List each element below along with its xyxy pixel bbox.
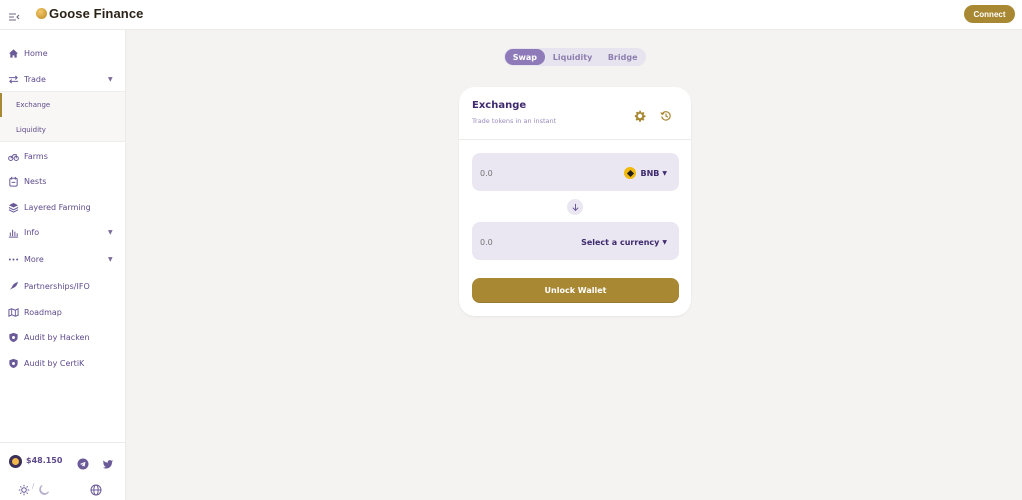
sidebar-item-label: Partnerships/IFO xyxy=(24,281,90,291)
trade-submenu: Exchange Liquidity xyxy=(0,91,125,142)
sidebar-item-layered-farming[interactable]: Layered Farming xyxy=(0,195,125,219)
sidebar-item-label: Audit by CertiK xyxy=(24,358,85,368)
tab-bridge[interactable]: Bridge xyxy=(600,49,645,65)
brand-logo[interactable]: Goose Finance xyxy=(36,6,144,21)
sidebar-item-label: Exchange xyxy=(16,101,51,109)
token-price: $48.150 xyxy=(26,456,63,465)
sidebar-item-label: Home xyxy=(24,48,48,58)
sidebar-subitem-liquidity[interactable]: Liquidity xyxy=(0,118,125,142)
chevron-down-icon: ▼ xyxy=(108,228,113,236)
swap-direction-button[interactable] xyxy=(567,199,583,215)
shield-icon xyxy=(8,332,19,343)
goose-egg-icon xyxy=(36,8,47,19)
sidebar-item-label: Trade xyxy=(24,74,46,84)
card-header: Exchange Trade tokens in an instant xyxy=(459,87,691,140)
more-icon xyxy=(8,254,19,265)
bnb-token-icon xyxy=(624,167,637,179)
home-icon xyxy=(8,48,19,59)
sidebar-item-label: More xyxy=(24,254,44,264)
sidebar-item-roadmap[interactable]: Roadmap xyxy=(0,300,125,324)
sidebar-item-partnerships-ifo[interactable]: Partnerships/IFO xyxy=(0,274,125,298)
sidebar-item-label: Roadmap xyxy=(24,307,62,317)
sidebar-item-more[interactable]: More ▼ xyxy=(0,247,125,271)
egg-coin-icon xyxy=(9,455,22,468)
farms-icon xyxy=(8,151,19,162)
sidebar-item-farms[interactable]: Farms xyxy=(0,144,125,168)
roadmap-icon xyxy=(8,307,19,318)
sun-icon[interactable] xyxy=(18,481,30,496)
sidebar-item-trade[interactable]: Trade ▼ xyxy=(0,67,125,91)
layers-icon xyxy=(8,202,19,213)
collapse-menu-icon[interactable] xyxy=(8,8,20,21)
tab-liquidity[interactable]: Liquidity xyxy=(545,49,601,65)
arrow-down-icon xyxy=(571,203,579,211)
twitter-icon[interactable] xyxy=(102,455,114,469)
nests-icon xyxy=(8,176,19,187)
info-chart-icon xyxy=(8,227,19,238)
sidebar-subitem-exchange[interactable]: Exchange xyxy=(0,93,125,117)
sidebar-item-label: Nests xyxy=(24,176,47,186)
partnerships-icon xyxy=(8,281,19,292)
swap-liquidity-bridge-tabs: Swap Liquidity Bridge xyxy=(504,48,646,66)
shield-icon xyxy=(8,358,19,369)
currency-label: Select a currency xyxy=(581,237,660,247)
top-bar: Goose Finance Connect xyxy=(0,0,1022,30)
theme-separator: / xyxy=(32,482,35,490)
tab-swap[interactable]: Swap xyxy=(505,49,545,65)
telegram-icon[interactable] xyxy=(77,455,89,470)
to-amount-input[interactable] xyxy=(480,236,570,248)
from-amount-input[interactable] xyxy=(480,167,570,179)
connect-button[interactable]: Connect xyxy=(964,5,1015,23)
to-amount-box: Select a currency ▼ xyxy=(472,222,679,260)
globe-icon[interactable] xyxy=(90,481,102,496)
sidebar: Home Trade ▼ Exchange Liquidity Farms Ne… xyxy=(0,30,126,500)
moon-icon[interactable] xyxy=(38,481,50,495)
sidebar-footer: $48.150 / xyxy=(0,442,125,500)
sidebar-item-nests[interactable]: Nests xyxy=(0,169,125,193)
sidebar-item-audit-hacken[interactable]: Audit by Hacken xyxy=(0,325,125,349)
chevron-down-icon: ▼ xyxy=(108,75,113,83)
page-title: Exchange xyxy=(472,100,527,111)
sidebar-item-label: Liquidity xyxy=(16,126,46,134)
settings-gear-icon[interactable] xyxy=(634,107,646,122)
brand-name: Goose Finance xyxy=(49,6,144,21)
sidebar-item-home[interactable]: Home xyxy=(0,41,125,65)
from-currency-select[interactable]: BNB ▼ xyxy=(624,166,667,180)
sidebar-item-label: Info xyxy=(24,227,40,237)
currency-label: BNB xyxy=(640,168,660,178)
chevron-down-icon: ▼ xyxy=(662,238,667,246)
sidebar-item-label: Audit by Hacken xyxy=(24,332,90,342)
page-subtitle: Trade tokens in an instant xyxy=(472,117,557,125)
chevron-down-icon: ▼ xyxy=(108,255,113,263)
sidebar-item-audit-certik[interactable]: Audit by CertiK xyxy=(0,351,125,375)
to-currency-select[interactable]: Select a currency ▼ xyxy=(581,235,667,249)
history-icon[interactable] xyxy=(660,107,672,121)
from-amount-box: BNB ▼ xyxy=(472,153,679,191)
sidebar-item-label: Layered Farming xyxy=(24,202,91,212)
sidebar-item-info[interactable]: Info ▼ xyxy=(0,220,125,244)
unlock-wallet-button[interactable]: Unlock Wallet xyxy=(472,278,679,303)
chevron-down-icon: ▼ xyxy=(662,169,667,177)
trade-icon xyxy=(8,74,19,85)
sidebar-item-label: Farms xyxy=(24,151,48,161)
